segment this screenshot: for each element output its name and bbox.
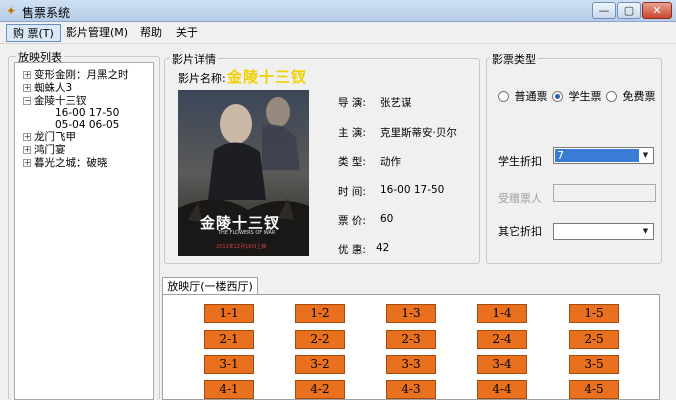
- other-discount-combo[interactable]: ▼: [553, 223, 654, 240]
- gift-person-input[interactable]: [553, 184, 656, 202]
- poster-release-date: 2011年12月16日上映: [216, 244, 267, 250]
- time-value: 16-00 17-50: [380, 184, 445, 196]
- seat-button[interactable]: 1-5: [569, 304, 619, 323]
- tree-node-label: 鸿门宴: [34, 144, 66, 156]
- maximize-button[interactable]: ▢: [617, 2, 641, 19]
- other-discount-label: 其它折扣: [498, 225, 542, 238]
- seat-button[interactable]: 1-1: [204, 304, 254, 323]
- film-name-label: 影片名称:: [178, 72, 226, 85]
- menu-help[interactable]: 帮助: [134, 24, 168, 42]
- seat-button[interactable]: 3-2: [295, 355, 345, 374]
- seat-button[interactable]: 1-4: [477, 304, 527, 323]
- discount-label: 优 惠:: [338, 244, 366, 256]
- poster-subtitle: THE FLOWERS OF WAR: [218, 230, 276, 236]
- seat-button[interactable]: 3-4: [477, 355, 527, 374]
- seat-button[interactable]: 1-3: [386, 304, 436, 323]
- app-icon: ✦: [6, 4, 17, 18]
- tree-node-label: 蜘蛛人3: [34, 82, 73, 94]
- ticket-type-legend: 影票类型: [490, 51, 538, 67]
- seat-button[interactable]: 2-2: [295, 330, 345, 349]
- seat-button[interactable]: 4-4: [477, 380, 527, 399]
- seat-button[interactable]: 4-2: [295, 380, 345, 399]
- expand-icon[interactable]: +: [23, 71, 31, 79]
- seat-button[interactable]: 3-3: [386, 355, 436, 374]
- close-button[interactable]: ✕: [642, 2, 672, 19]
- radio-normal-ticket[interactable]: 普通票: [498, 88, 548, 104]
- seat-button[interactable]: 2-5: [569, 330, 619, 349]
- seat-button[interactable]: 2-3: [386, 330, 436, 349]
- expand-icon[interactable]: +: [23, 133, 31, 141]
- seat-button[interactable]: 4-1: [204, 380, 254, 399]
- radio-label: 学生票: [568, 90, 602, 103]
- expand-icon[interactable]: +: [23, 84, 31, 92]
- seat-button[interactable]: 3-1: [204, 355, 254, 374]
- collapse-icon[interactable]: −: [23, 97, 31, 105]
- film-poster: 金陵十三钗 THE FLOWERS OF WAR 2011年12月16日上映: [178, 90, 309, 256]
- seat-button[interactable]: 4-3: [386, 380, 436, 399]
- chevron-down-icon[interactable]: ▼: [639, 225, 652, 238]
- radio-button[interactable]: [606, 90, 617, 102]
- tree-node-label: 龙门飞甲: [34, 131, 76, 143]
- tree-node-film[interactable]: + 变形金刚：月黑之时: [23, 69, 129, 81]
- title-bar[interactable]: ✦ 售票系统 — ▢ ✕: [0, 0, 676, 22]
- tree-node-film[interactable]: + 暮光之城：破晓: [23, 157, 108, 169]
- radio-button[interactable]: [498, 90, 509, 102]
- seat-button[interactable]: 2-4: [477, 330, 527, 349]
- radio-label: 普通票: [514, 90, 548, 103]
- cast-value: 克里斯蒂安·贝尔: [380, 127, 457, 139]
- genre-label: 类 型:: [338, 156, 366, 168]
- tree-node-label: 金陵十三钗: [34, 95, 87, 107]
- student-discount-label: 学生折扣: [498, 155, 542, 168]
- menu-buy-ticket[interactable]: 购 票(T): [6, 24, 61, 42]
- expand-icon[interactable]: +: [23, 146, 31, 154]
- radio-free-ticket[interactable]: 免费票: [606, 88, 656, 104]
- director-label: 导 演:: [338, 97, 366, 109]
- student-discount-combo[interactable]: 7 ▼: [553, 147, 654, 164]
- radio-button-selected[interactable]: [552, 90, 563, 102]
- tree-node-film[interactable]: − 金陵十三钗: [23, 95, 87, 107]
- screening-tree[interactable]: + 变形金刚：月黑之时 + 蜘蛛人3 − 金陵十三钗 16-00 17-50 05-0…: [14, 62, 154, 400]
- seat-button[interactable]: 4-5: [569, 380, 619, 399]
- price-value: 60: [380, 213, 394, 225]
- menu-bar: 购 票(T) 影片管理(M) 帮助 关于: [0, 22, 676, 44]
- price-label: 票 价:: [338, 215, 366, 227]
- tree-node-film[interactable]: + 鸿门宴: [23, 144, 66, 156]
- discount-value: 42: [376, 242, 390, 254]
- tree-node-film[interactable]: + 蜘蛛人3: [23, 82, 72, 94]
- tree-node-film[interactable]: + 龙门飞甲: [23, 131, 76, 143]
- window-title: 售票系统: [22, 6, 71, 20]
- seat-button[interactable]: 2-1: [204, 330, 254, 349]
- menu-film-management[interactable]: 影片管理(M): [60, 24, 134, 42]
- tree-node-label: 暮光之城：破晓: [34, 157, 108, 169]
- cast-label: 主 演:: [338, 127, 366, 139]
- expand-icon[interactable]: +: [23, 159, 31, 167]
- radio-student-ticket[interactable]: 学生票: [552, 88, 602, 104]
- time-label: 时 间:: [338, 186, 366, 198]
- tree-node-showtime[interactable]: 05-04 06-05: [55, 119, 119, 131]
- genre-value: 动作: [380, 156, 401, 168]
- seat-button[interactable]: 1-2: [295, 304, 345, 323]
- minimize-button[interactable]: —: [592, 2, 616, 19]
- gift-person-label: 受赠票人: [498, 192, 542, 205]
- seat-button[interactable]: 3-5: [569, 355, 619, 374]
- chevron-down-icon[interactable]: ▼: [639, 149, 652, 162]
- menu-about[interactable]: 关于: [170, 24, 204, 42]
- tree-node-label: 变形金刚：月黑之时: [34, 69, 129, 81]
- film-name-value: 金陵十三钗: [227, 68, 308, 86]
- tab-hall[interactable]: 放映厅(一楼西厅): [162, 277, 258, 295]
- film-details-legend: 影片详情: [170, 51, 218, 67]
- director-value: 张艺谋: [380, 97, 412, 109]
- radio-label: 免费票: [622, 90, 656, 103]
- student-discount-value: 7: [555, 149, 639, 162]
- tree-node-showtime[interactable]: 16-00 17-50: [55, 107, 119, 119]
